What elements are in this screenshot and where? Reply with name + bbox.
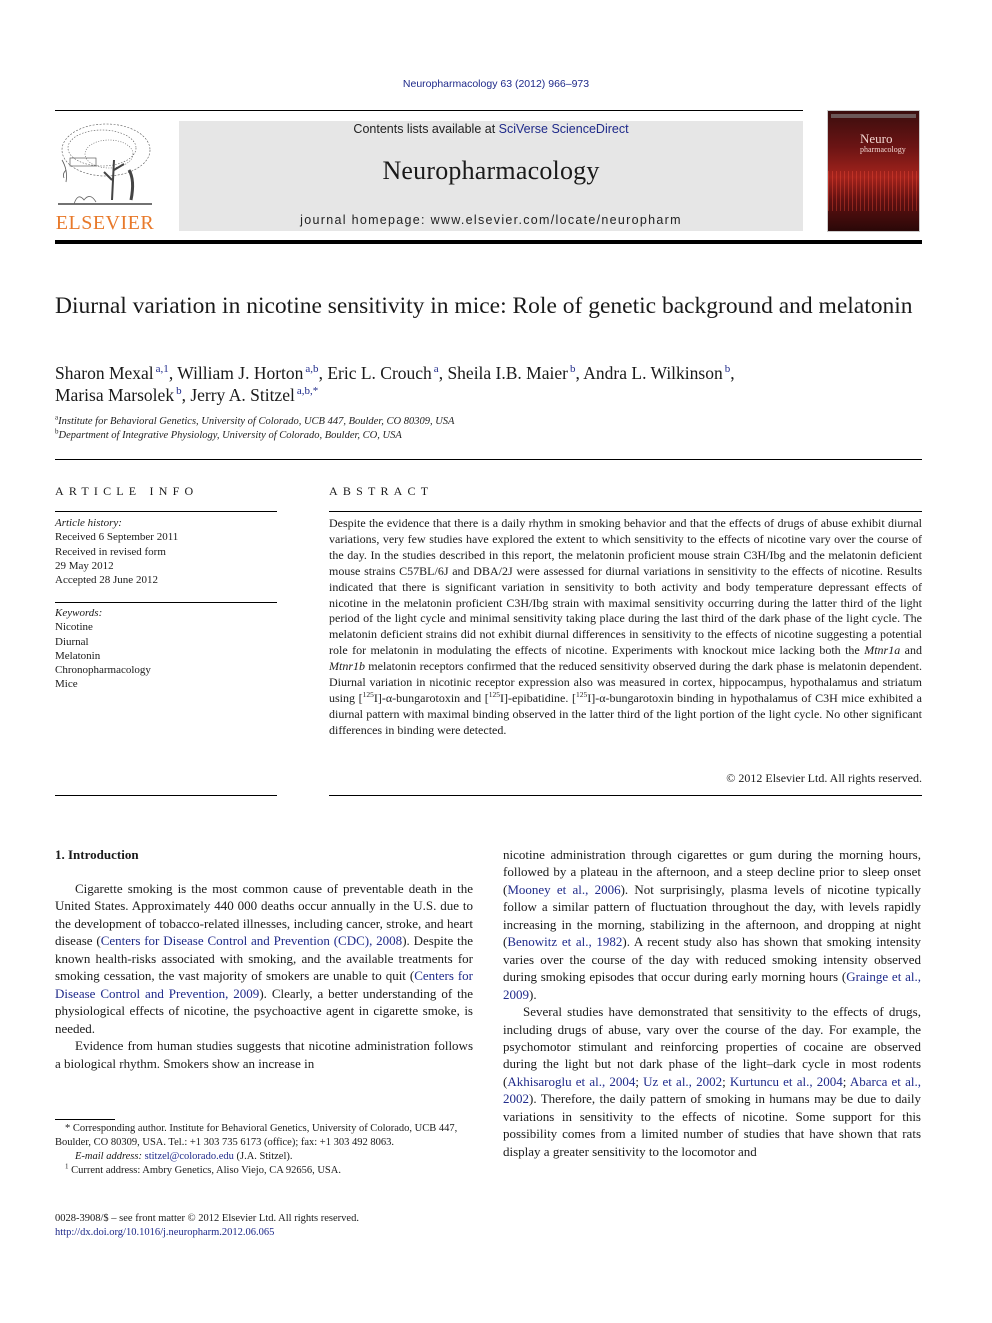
elsevier-wordmark: ELSEVIER — [55, 212, 155, 234]
citation-link[interactable]: Benowitz et al., 1982 — [507, 934, 622, 949]
keyword: Mice — [55, 678, 78, 691]
issn-line: 0028-3908/$ – see front matter © 2012 El… — [55, 1213, 359, 1224]
footnote-rule — [55, 1119, 115, 1120]
author[interactable]: Jerry A. Stitzel a,b,* — [190, 385, 318, 405]
abstract-body: Despite the evidence that there is a dai… — [329, 516, 922, 737]
author[interactable]: Eric L. Crouch a — [327, 363, 438, 383]
masthead-rule — [55, 240, 922, 244]
contents-line: Contents lists available at SciVerse Sci… — [179, 122, 803, 136]
article-info-heading: ARTICLE INFO — [55, 484, 199, 498]
keyword: Nicotine — [55, 621, 93, 634]
citation-link[interactable]: Uz et al., 2002 — [643, 1074, 722, 1089]
affiliations: aInstitute for Behavioral Genetics, Univ… — [55, 413, 925, 443]
author[interactable]: Sheila I.B. Maier b — [447, 363, 575, 383]
footnotes: * Corresponding author. Institute for Be… — [55, 1122, 473, 1178]
contents-prefix: Contents lists available at — [353, 122, 499, 136]
keyword: Diurnal — [55, 635, 89, 648]
section-heading-introduction: 1. Introduction — [55, 847, 139, 862]
keyword: Chronopharmacology — [55, 664, 151, 677]
paragraph: Evidence from human studies suggests tha… — [55, 1038, 473, 1071]
journal-reference-link[interactable]: Neuropharmacology 63 (2012) 966–973 — [0, 78, 992, 90]
keyword: Melatonin — [55, 649, 101, 662]
journal-cover-image: Neuro pharmacology — [827, 110, 920, 232]
affiliation-b: bDepartment of Integrative Physiology, U… — [55, 427, 402, 441]
history-item: 29 May 2012 — [55, 559, 114, 572]
paragraph: nicotine administration through cigarett… — [503, 847, 921, 1002]
journal-homepage: journal homepage: www.elsevier.com/locat… — [300, 213, 682, 227]
cover-subtitle: pharmacology — [860, 145, 906, 154]
keywords-header: Keywords: — [55, 607, 103, 619]
keywords: Keywords: Nicotine Diurnal Melatonin Chr… — [55, 606, 277, 692]
paragraph: Cigarette smoking is the most common cau… — [55, 881, 473, 1036]
article-history: Article history: Received 6 September 20… — [55, 516, 277, 587]
paragraph: Several studies have demonstrated that s… — [503, 1004, 921, 1159]
citation-link[interactable]: Centers for Disease Control and Preventi… — [101, 933, 402, 948]
body-column-right: nicotine administration through cigarett… — [503, 846, 921, 1160]
header-rule — [55, 110, 803, 111]
article-title: Diurnal variation in nicotine sensitivit… — [55, 293, 913, 319]
abstract-bottom-rule — [329, 795, 922, 796]
abstract-copyright: © 2012 Elsevier Ltd. All rights reserved… — [726, 771, 922, 785]
citation-link[interactable]: Akhisaroglu et al., 2004 — [507, 1074, 635, 1089]
cover-art — [828, 171, 919, 211]
journal-title: Neuropharmacology — [382, 156, 600, 185]
article-info-rule — [55, 511, 277, 512]
author[interactable]: Marisa Marsolek b — [55, 385, 182, 405]
corresponding-author-note: * Corresponding author. Institute for Be… — [55, 1123, 458, 1148]
affiliation-a: aInstitute for Behavioral Genetics, Univ… — [55, 413, 455, 427]
history-item: Received 6 September 2011 — [55, 531, 179, 544]
abstract-heading: ABSTRACT — [329, 484, 434, 498]
abstract-rule — [329, 511, 922, 512]
front-matter: 0028-3908/$ – see front matter © 2012 El… — [55, 1212, 485, 1240]
history-item: Accepted 28 June 2012 — [55, 574, 158, 587]
author[interactable]: William J. Horton a,b — [177, 363, 318, 383]
affiliation-rule — [55, 459, 922, 460]
sciencedirect-link[interactable]: SciVerse ScienceDirect — [499, 122, 629, 136]
author[interactable]: Andra L. Wilkinson b — [583, 363, 730, 383]
citation-link[interactable]: Mooney et al., 2006 — [507, 882, 620, 897]
email-note: E-mail address: stitzel@colorado.edu (J.… — [75, 1151, 293, 1162]
author[interactable]: Sharon Mexal a,1 — [55, 363, 169, 383]
email-link[interactable]: stitzel@colorado.edu — [145, 1151, 234, 1162]
history-header: Article history: — [55, 517, 122, 529]
author-list: Sharon Mexal a,1, William J. Horton a,b, E… — [55, 363, 735, 405]
current-address-note: 1 Current address: Ambry Genetics, Aliso… — [65, 1162, 341, 1176]
history-item: Received in revised form — [55, 545, 166, 558]
citation-link[interactable]: Kurtuncu et al., 2004 — [730, 1074, 843, 1089]
keywords-rule — [55, 602, 277, 603]
article-info-bottom-rule — [55, 795, 277, 796]
doi-link[interactable]: http://dx.doi.org/10.1016/j.neuropharm.2… — [55, 1226, 485, 1240]
cover-band — [831, 114, 916, 118]
body-column-left: Cigarette smoking is the most common cau… — [55, 880, 473, 1072]
